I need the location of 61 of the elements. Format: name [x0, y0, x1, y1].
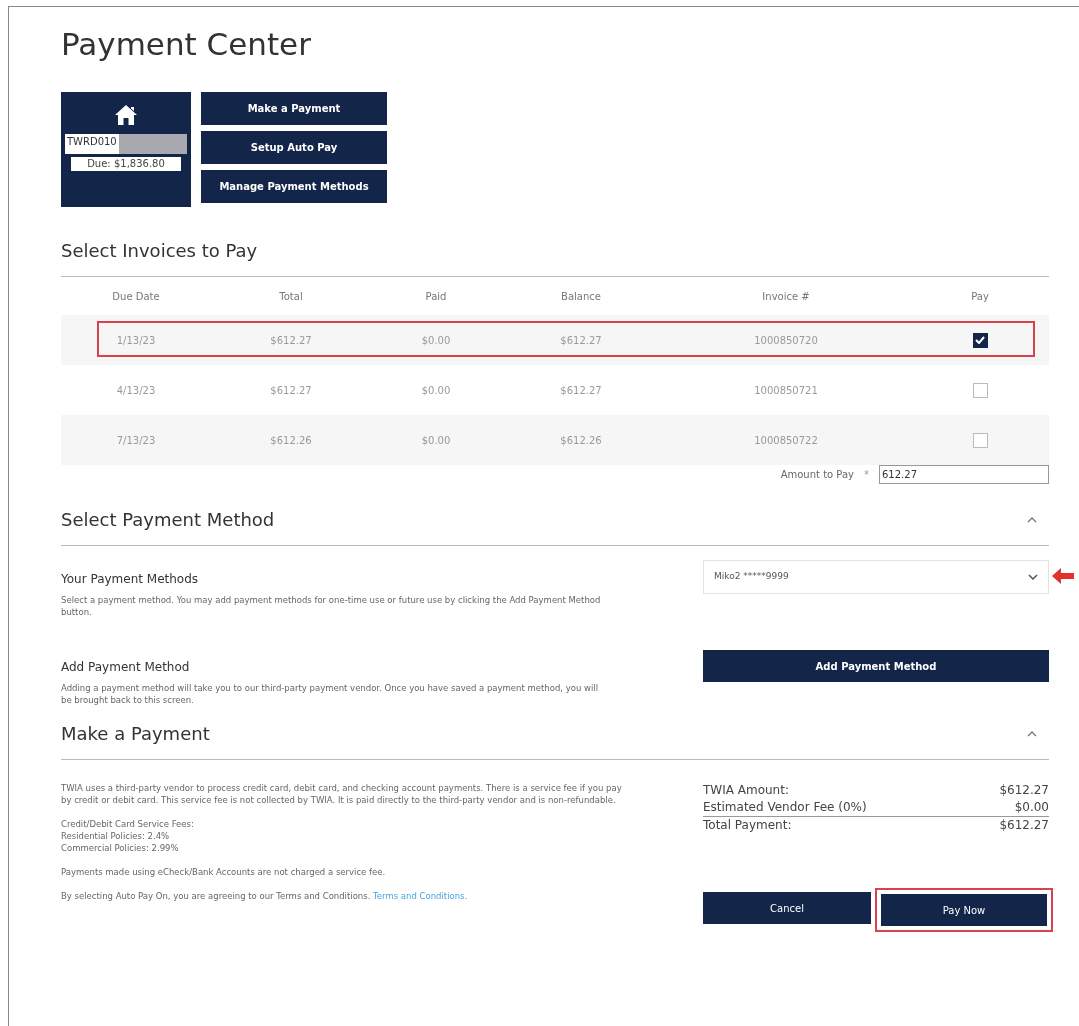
- summary-label: Estimated Vendor Fee (0%): [703, 799, 867, 816]
- table-cell-text: $0.00: [420, 383, 452, 398]
- table-cell-text: 1000850721: [753, 383, 819, 398]
- required-mark: *: [864, 468, 869, 482]
- account-number: TWRD010: [65, 134, 119, 154]
- house-icon: [114, 104, 138, 126]
- table-cell-text: 1/13/23: [115, 333, 157, 348]
- nav-button[interactable]: Manage Payment Methods: [201, 170, 387, 203]
- column-header: Total: [278, 289, 304, 304]
- table-cell-text: $612.27: [559, 383, 603, 398]
- summary-value: $612.27: [999, 782, 1049, 799]
- table-cell-text: 4/13/23: [115, 383, 157, 398]
- table-cell-text: $612.27: [559, 333, 603, 348]
- fee-text: Credit/Debit Card Service Fees:: [61, 818, 195, 830]
- table-cell-text: $0.00: [420, 433, 452, 448]
- summary-label: Total Payment:: [703, 817, 792, 834]
- page-title: Payment Center: [61, 29, 312, 60]
- table-cell-text: $612.26: [559, 433, 603, 448]
- column-header: Due Date: [111, 289, 161, 304]
- column-header: Pay: [970, 289, 990, 304]
- account-card[interactable]: TWRD010 Due: $1,836.80: [61, 92, 191, 207]
- table-cell-text: 1000850722: [753, 433, 819, 448]
- pay-checkbox[interactable]: [972, 432, 988, 448]
- info-text: Payments made using eCheck/Bank Accounts are not charged a service fee.: [61, 866, 387, 878]
- pay-now-button[interactable]: Pay Now: [881, 894, 1047, 926]
- pay-checkbox[interactable]: [972, 332, 988, 348]
- summary-value: $0.00: [1014, 799, 1049, 816]
- fee-text: Commercial Policies: 2.99%: [61, 842, 180, 854]
- section-title: Select Payment Method: [61, 508, 275, 532]
- column-header: Paid: [424, 289, 448, 304]
- section-title: Make a Payment: [61, 722, 210, 746]
- summary-value: $612.27: [999, 817, 1049, 834]
- chevron-up-icon[interactable]: [1027, 730, 1037, 737]
- column-header: Invoice #: [761, 289, 811, 304]
- nav-button[interactable]: Setup Auto Pay: [201, 131, 387, 164]
- section-title: Select Invoices to Pay: [61, 237, 1049, 277]
- chevron-up-icon[interactable]: [1027, 516, 1037, 523]
- subsection-title: Your Payment Methods: [61, 571, 200, 588]
- summary-label: TWIA Amount:: [703, 782, 789, 799]
- pay-checkbox[interactable]: [972, 382, 988, 398]
- table-cell-text: $612.26: [269, 433, 313, 448]
- payment-method-dropdown[interactable]: Miko2 *****9999: [703, 560, 1049, 594]
- help-text: Adding a payment method will take you to our third-party payment vendor. Once you have saved a payment method, you will be brought back to this screen.: [61, 682, 600, 706]
- chevron-down-icon: [1028, 574, 1038, 580]
- nav-button[interactable]: Make a Payment: [201, 92, 387, 125]
- subsection-title: Add Payment Method: [61, 659, 191, 676]
- info-text: TWIA uses a third-party vendor to process credit card, debit card, and checking account payments. There is a service fee if you pay by credit or debit card. This service fee is not collected by TWIA. It is paid directly to the third-party vendor and is non-refundable.: [61, 782, 623, 806]
- column-header: Balance: [560, 289, 602, 304]
- table-cell-text: $612.27: [269, 383, 313, 398]
- cancel-button[interactable]: Cancel: [703, 892, 871, 924]
- add-payment-method-button[interactable]: Add Payment Method: [703, 650, 1049, 682]
- help-text: Select a payment method. You may add payment methods for one-time use or future use by clicking the Add Payment Method button.: [61, 594, 601, 618]
- amount-field[interactable]: 612.27: [879, 465, 1049, 484]
- amount-label: Amount to Pay: [780, 468, 854, 482]
- fee-text: Residential Policies: 2.4%: [61, 830, 171, 842]
- table-cell-text: 1000850720: [753, 333, 819, 348]
- table-cell-text: $612.27: [269, 333, 313, 348]
- table-cell-text: $0.00: [420, 333, 452, 348]
- amount-due: Due: $1,836.80: [71, 157, 181, 171]
- table-cell-text: 7/13/23: [115, 433, 157, 448]
- terms-text: By selecting Auto Pay On, you are agreeing to our Terms and Conditions. Terms and Conditions.: [61, 890, 469, 902]
